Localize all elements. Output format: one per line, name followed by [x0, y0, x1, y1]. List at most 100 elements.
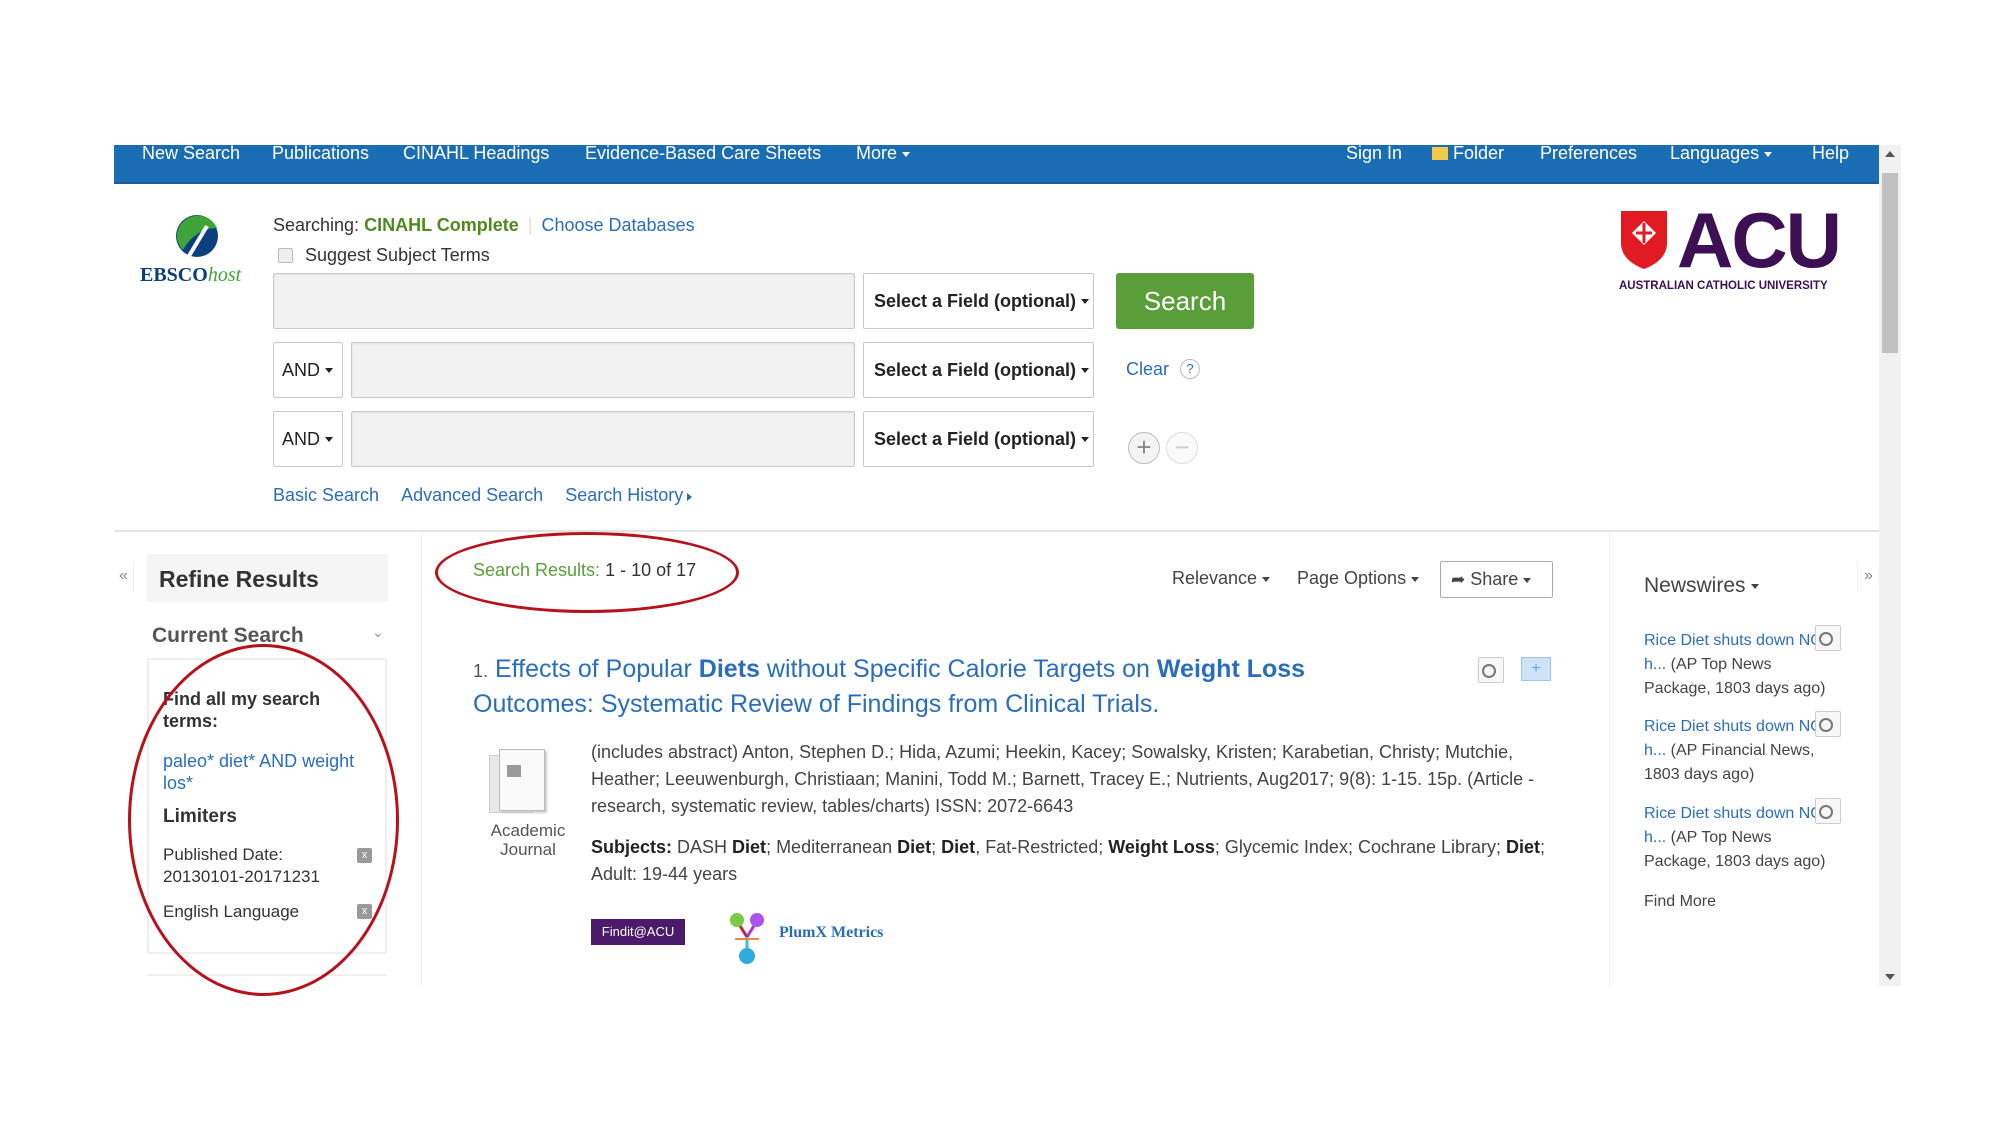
preview-icon[interactable]: [1815, 711, 1841, 737]
result-citation: (includes abstract) Anton, Stephen D.; H…: [591, 742, 1535, 816]
logo-text: EBSCO: [140, 264, 208, 286]
folder-icon: [1432, 147, 1448, 160]
nav-cinahl-headings[interactable]: CINAHL Headings: [403, 144, 549, 162]
acu-shield-icon: [1621, 211, 1667, 269]
annotation-ellipse: [435, 532, 739, 613]
nav-folder-label: Folder: [1453, 143, 1505, 163]
acu-logo: ACU AUSTRALIAN CATHOLIC UNIVERSITY: [1619, 196, 1854, 295]
ebsco-logo[interactable]: EBSCOhost: [140, 212, 248, 288]
choose-databases-link[interactable]: Choose Databases: [541, 215, 694, 235]
database-name: CINAHL Complete: [364, 215, 519, 235]
nav-sign-in[interactable]: Sign In: [1346, 144, 1402, 162]
nav-help[interactable]: Help: [1812, 144, 1849, 162]
text-segment: , Fat-Restricted;: [975, 837, 1109, 857]
caret-down-icon: [1764, 151, 1773, 157]
find-more-link[interactable]: Find More: [1644, 890, 1716, 914]
scroll-up-icon[interactable]: [1885, 151, 1895, 157]
help-icon[interactable]: ?: [1180, 359, 1201, 379]
text-segment: DASH: [672, 837, 733, 857]
preview-icon[interactable]: [1815, 798, 1841, 824]
field-select-2[interactable]: Select a Field (optional): [863, 342, 1094, 398]
ebsco-logo-mark: [176, 215, 218, 258]
nav-new-search[interactable]: New Search: [142, 144, 240, 162]
nav-languages[interactable]: Languages: [1670, 143, 1773, 163]
nav-preferences[interactable]: Preferences: [1540, 144, 1637, 162]
text-segment: Outcomes: Systematic Review of Findings …: [473, 690, 1160, 718]
operator-select-1[interactable]: AND: [273, 342, 343, 398]
search-button[interactable]: Search: [1116, 273, 1254, 329]
collapse-right-icon[interactable]: »: [1857, 562, 1879, 592]
scrollbar-thumb[interactable]: [1882, 173, 1898, 353]
searching-line: Searching: CINAHL Complete | Choose Data…: [273, 215, 695, 235]
advanced-search-link[interactable]: Advanced Search: [401, 485, 543, 505]
top-nav: New Search Publications CINAHL Headings …: [114, 143, 1879, 184]
result-item: 1. Effects of Popular Diets without Spec…: [473, 653, 1563, 973]
text-segment: Effects of Popular: [494, 655, 699, 683]
logo-text-host: host: [207, 264, 242, 286]
scrollbar[interactable]: [1879, 145, 1901, 986]
share-label: Share: [1470, 569, 1519, 589]
academic-journal-icon: [489, 749, 547, 817]
share-icon: ➦: [1451, 570, 1466, 589]
page-options[interactable]: Page Options: [1297, 568, 1420, 589]
suggest-terms[interactable]: Suggest Subject Terms: [278, 245, 490, 266]
current-search-heading[interactable]: Current Search: [152, 624, 304, 648]
annotation-ellipse: [128, 644, 399, 996]
field-select-3[interactable]: Select a Field (optional): [863, 411, 1094, 467]
preview-icon[interactable]: [1815, 625, 1841, 651]
clear-link[interactable]: Clear: [1126, 359, 1169, 379]
operator-label: AND: [282, 428, 321, 449]
search-input-2[interactable]: [351, 342, 855, 398]
findit-button[interactable]: Findit@ACU: [591, 919, 685, 945]
text-segment: ; Glycemic Index; Cochrane Library;: [1214, 837, 1507, 857]
nav-care-sheets[interactable]: Evidence-Based Care Sheets: [585, 144, 821, 162]
divider: [1609, 532, 1610, 986]
caret-down-icon: [1081, 367, 1090, 373]
add-row-icon[interactable]: +: [1128, 432, 1160, 464]
newswire-source: (AP Top News Package, 1803 days ago): [1644, 656, 1826, 697]
remove-row-icon[interactable]: −: [1166, 432, 1198, 464]
search-input-1[interactable]: [273, 273, 855, 329]
preview-icon[interactable]: [1478, 657, 1504, 683]
text-segment: ;: [931, 837, 942, 857]
caret-right-icon: [687, 493, 693, 501]
field-select-1[interactable]: Select a Field (optional): [863, 273, 1094, 329]
result-title[interactable]: 1. Effects of Popular Diets without Spec…: [473, 653, 1393, 721]
nav-more-label: More: [856, 143, 898, 163]
nav-publications[interactable]: Publications: [272, 144, 369, 162]
highlighted-term: Diet: [1506, 837, 1541, 857]
caret-down-icon: [1750, 583, 1759, 589]
basic-search-link[interactable]: Basic Search: [273, 485, 379, 505]
search-history-link[interactable]: Search History: [565, 485, 693, 505]
highlighted-term: Diet: [941, 837, 976, 857]
search-mode-links: Basic Search Advanced Search Search Hist…: [273, 485, 693, 506]
highlighted-term: Diet: [897, 837, 932, 857]
plumx-metrics-link[interactable]: PlumX Metrics: [779, 924, 883, 942]
suggest-terms-checkbox[interactable]: [278, 248, 293, 263]
nav-more[interactable]: More: [856, 143, 911, 163]
share-button[interactable]: ➦ Share: [1440, 561, 1553, 598]
scroll-down-icon[interactable]: [1885, 974, 1895, 980]
search-input-3[interactable]: [351, 411, 855, 467]
divider: [421, 532, 422, 986]
collapse-left-icon[interactable]: «: [114, 562, 134, 592]
caret-down-icon: [1523, 577, 1532, 583]
nav-languages-label: Languages: [1670, 143, 1760, 163]
publication-type: Academic: [490, 821, 566, 840]
text-segment: ; Mediterranean: [766, 837, 898, 857]
caret-down-icon: [1262, 576, 1271, 582]
newswire-source: (AP Financial News, 1803 days ago): [1644, 742, 1815, 783]
acu-logo-subtitle: AUSTRALIAN CATHOLIC UNIVERSITY: [1619, 280, 1828, 292]
sort-relevance[interactable]: Relevance: [1172, 568, 1271, 589]
operator-select-2[interactable]: AND: [273, 411, 343, 467]
newswires-heading[interactable]: Newswires: [1644, 574, 1759, 598]
newswires-title: Newswires: [1644, 574, 1746, 597]
caret-down-icon: [1081, 436, 1090, 442]
chevron-down-icon[interactable]: ⌄: [372, 624, 384, 641]
add-to-folder-icon[interactable]: +: [1521, 657, 1551, 681]
caret-down-icon: [1411, 576, 1420, 582]
nav-folder[interactable]: Folder: [1432, 143, 1505, 163]
newswire-item: Rice Diet shuts down NC h... (AP Top New…: [1644, 629, 1834, 701]
highlighted-term: Diets: [698, 655, 760, 683]
operator-label: AND: [282, 359, 321, 380]
